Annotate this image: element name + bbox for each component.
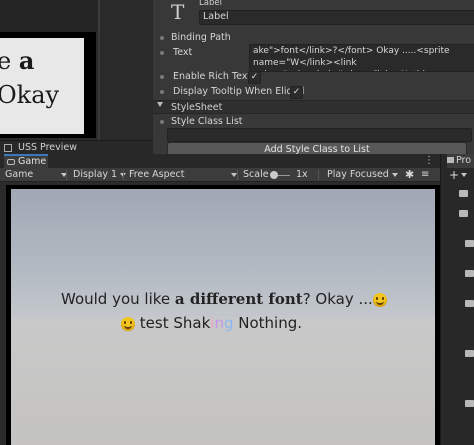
- preview-document: e a Okay: [0, 38, 84, 134]
- game-tab-bar: [0, 154, 474, 168]
- smiley-sprite-icon: [372, 292, 387, 307]
- preview-line-1: e a: [0, 44, 84, 78]
- line2-tail: Nothing.: [233, 314, 303, 332]
- add-icon[interactable]: +: [449, 169, 459, 181]
- project-panel: Pro +: [440, 154, 474, 445]
- game-toolbar: Game Display 1 Free Aspect Scale 1x Play…: [0, 168, 440, 182]
- toolbar-separator: [237, 170, 238, 180]
- preview-line-1-text: e: [0, 47, 12, 75]
- text-type-icon: T: [171, 0, 185, 24]
- folder-icon: [447, 157, 454, 163]
- binding-dot-icon: [160, 36, 164, 40]
- inspector-panel: T Label Label Binding Path Text ake">fon…: [153, 0, 474, 156]
- rich-text-line-1: Would you like a different font? Okay ..…: [61, 290, 387, 308]
- binding-path-row: Binding Path: [153, 30, 474, 45]
- folder-icon[interactable]: [459, 190, 468, 197]
- shake-text: Shak: [173, 314, 211, 332]
- uss-preview-label: USS Preview: [18, 142, 78, 153]
- style-class-list-label: Style Class List: [171, 116, 243, 127]
- display-tooltip-label: Display Tooltip When Elided: [173, 86, 305, 97]
- folder-icon[interactable]: [465, 300, 474, 307]
- display-dropdown[interactable]: Display 1: [73, 168, 126, 182]
- game-mode-label: Game: [5, 169, 34, 180]
- shaking-link-text[interactable]: Shaking: [173, 314, 233, 332]
- line1-serif-text: a different: [174, 290, 264, 308]
- folder-icon[interactable]: [465, 350, 474, 357]
- toolbar-separator: [318, 170, 319, 180]
- text-value-field[interactable]: ake">font</link>?</font> Okay .....<spri…: [249, 44, 474, 72]
- chevron-down-icon: [157, 102, 163, 107]
- gamepad-icon: [7, 159, 15, 165]
- more-options-icon[interactable]: ⋮: [424, 155, 436, 167]
- binding-path-label: Binding Path: [171, 32, 231, 43]
- bug-icon[interactable]: ✱: [405, 168, 417, 182]
- preview-line-2: Okay: [0, 81, 60, 109]
- shake-letter: n: [214, 314, 224, 332]
- tab-game-label: Game: [18, 156, 47, 167]
- line1-tail: ? Okay ...: [302, 290, 373, 308]
- toolbar-separator: [66, 170, 67, 180]
- chevron-down-icon: [392, 173, 398, 177]
- slider-thumb[interactable]: [270, 171, 278, 179]
- line1-link-text[interactable]: font: [263, 290, 302, 308]
- preview-top-strip: [0, 0, 100, 32]
- scale-value: 1x: [296, 169, 308, 180]
- smiley-sprite-icon: [121, 316, 135, 331]
- binding-dot-icon: [160, 51, 164, 55]
- play-mode-dropdown[interactable]: Play Focused: [327, 168, 398, 182]
- tab-project-label: Pro: [456, 155, 472, 166]
- scale-label: Scale: [243, 169, 269, 180]
- folder-icon[interactable]: [465, 270, 474, 277]
- display-tooltip-checkbox[interactable]: ✓: [290, 86, 303, 99]
- stylesheet-label: StyleSheet: [171, 102, 223, 113]
- folder-icon[interactable]: [465, 400, 474, 407]
- pane-divider[interactable]: [98, 0, 100, 140]
- binding-dot-icon: [160, 75, 164, 79]
- display-label: Display 1: [73, 169, 118, 180]
- line1-text: Would you like: [61, 290, 175, 308]
- label-name-field[interactable]: Label: [199, 10, 474, 25]
- line2-text: test: [135, 314, 174, 332]
- stylesheet-header[interactable]: StyleSheet: [153, 100, 474, 114]
- uss-preview-tab[interactable]: USS Preview: [0, 140, 153, 154]
- text-label: Text: [173, 47, 193, 58]
- window-icon: [4, 144, 12, 152]
- preview-line-1-bold: a: [18, 46, 35, 75]
- scale-slider[interactable]: [270, 168, 292, 182]
- folder-icon[interactable]: [459, 210, 468, 217]
- style-class-list-row: Style Class List: [153, 114, 474, 129]
- aspect-dropdown[interactable]: Free Aspect: [129, 168, 237, 182]
- chevron-down-icon[interactable]: [461, 173, 467, 177]
- tab-game[interactable]: Game: [4, 154, 48, 168]
- tab-project[interactable]: Pro: [447, 154, 474, 168]
- enable-rich-text-label: Enable Rich Text: [173, 71, 252, 82]
- toolbar-separator: [123, 170, 124, 180]
- rich-text-line-2: test Shaking Nothing.: [121, 314, 302, 332]
- enable-rich-text-checkbox[interactable]: ✓: [248, 71, 261, 84]
- aspect-label: Free Aspect: [129, 169, 185, 180]
- display-tooltip-row: Display Tooltip When Elided: [153, 84, 474, 99]
- game-mode-dropdown[interactable]: Game: [5, 168, 67, 182]
- style-class-input[interactable]: [167, 128, 472, 142]
- play-mode-label: Play Focused: [327, 169, 389, 180]
- gizmos-icon[interactable]: ≡: [421, 168, 433, 182]
- component-title: Label: [199, 0, 222, 8]
- binding-dot-icon: [160, 120, 164, 124]
- folder-icon[interactable]: [465, 240, 474, 247]
- binding-dot-icon: [160, 90, 164, 94]
- enable-rich-text-row: Enable Rich Text: [153, 69, 474, 84]
